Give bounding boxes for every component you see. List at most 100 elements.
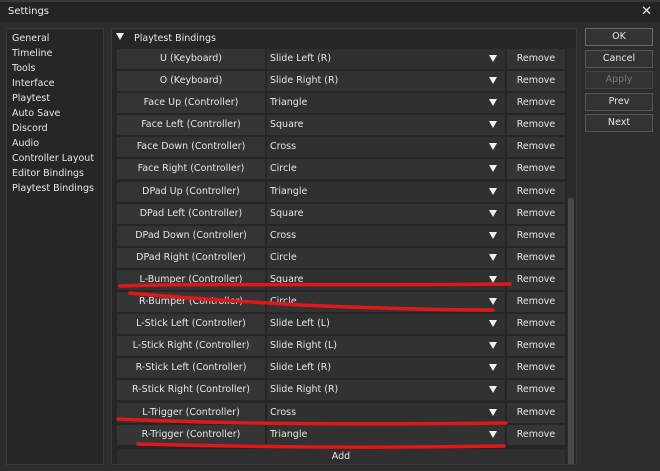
binding-row: R-Trigger (Controller) Triangle Remove [117,424,565,446]
dropdown-arrow-icon [489,408,497,416]
add-binding-button[interactable]: Add [117,449,565,464]
remove-binding-button[interactable]: Remove [507,314,565,335]
remove-binding-button[interactable]: Remove [507,402,565,423]
binding-action-dropdown[interactable]: Slide Left (R) [267,358,505,379]
remove-binding-button[interactable]: Remove [507,71,565,92]
dropdown-arrow-icon [489,342,497,350]
binding-action-dropdown[interactable]: Cross [267,225,505,246]
binding-action-dropdown[interactable]: Slide Left (L) [267,314,505,335]
sidebar-item[interactable]: General [7,31,103,46]
remove-binding-button[interactable]: Remove [507,380,565,401]
binding-action-value: Cross [270,229,297,241]
binding-action-value: Circle [270,251,297,263]
prev-button[interactable]: Prev [585,92,653,111]
sidebar-item[interactable]: Editor Bindings [7,166,103,181]
scrollbar-thumb[interactable] [568,198,574,464]
remove-binding-button[interactable]: Remove [507,203,565,224]
binding-row: O (Keyboard) Slide Right (R) Remove [117,70,565,92]
binding-key: L-Stick Left (Controller) [117,314,265,335]
binding-action-dropdown[interactable]: Triangle [267,424,505,445]
binding-action-dropdown[interactable]: Circle [267,292,505,313]
sidebar-item[interactable]: Discord [7,121,103,136]
binding-row: DPad Left (Controller) Square Remove [117,203,565,225]
ok-button[interactable]: OK [585,28,653,46]
binding-action-dropdown[interactable]: Circle [267,247,505,268]
remove-binding-button[interactable]: Remove [507,137,565,158]
binding-key: R-Stick Left (Controller) [117,358,265,379]
remove-binding-button[interactable]: Remove [507,292,565,313]
sidebar-item[interactable]: Audio [7,136,103,151]
bindings-list: U (Keyboard) Slide Left (R) Remove O (Keybo… [117,48,565,446]
binding-action-dropdown[interactable]: Slide Right (L) [267,336,505,357]
sidebar-item[interactable]: Auto Save [7,106,103,121]
remove-binding-button[interactable]: Remove [507,49,565,69]
binding-action-dropdown[interactable]: Slide Right (R) [267,380,505,401]
binding-action-dropdown[interactable]: Square [267,203,505,224]
remove-binding-button[interactable]: Remove [507,159,565,180]
binding-action-value: Circle [270,163,297,175]
binding-action-dropdown[interactable]: Cross [267,137,505,158]
binding-key: DPad Down (Controller) [117,225,265,246]
binding-action-dropdown[interactable]: Triangle [267,181,505,202]
binding-key: L-Trigger (Controller) [117,402,265,423]
binding-row: L-Bumper (Controller) Square Remove [117,269,565,291]
sidebar-item[interactable]: Playtest Bindings [7,181,103,196]
section-header[interactable]: Playtest Bindings [116,32,216,45]
binding-key: O (Keyboard) [117,71,265,92]
apply-button[interactable]: Apply [585,71,653,89]
binding-action-dropdown[interactable]: Square [267,115,505,136]
binding-action-dropdown[interactable]: Circle [267,159,505,180]
sidebar-item[interactable]: Interface [7,76,103,91]
binding-row: L-Trigger (Controller) Cross Remove [117,402,565,424]
binding-action-dropdown[interactable]: Slide Right (R) [267,71,505,92]
remove-binding-button[interactable]: Remove [507,358,565,379]
sidebar-item[interactable]: Tools [7,61,103,76]
sidebar-item[interactable]: Controller Layout [7,151,103,166]
binding-action-value: Triangle [270,97,308,109]
remove-binding-button[interactable]: Remove [507,269,565,290]
remove-binding-button[interactable]: Remove [507,181,565,202]
dropdown-arrow-icon [489,187,497,195]
binding-row: L-Stick Left (Controller) Slide Left (L) R… [117,313,565,335]
settings-window: Settings ✕ General Timeline Tools Interface… [0,0,660,471]
binding-key: DPad Left (Controller) [117,203,265,224]
binding-action-dropdown[interactable]: Square [267,269,505,290]
binding-key: U (Keyboard) [117,49,265,69]
sidebar-item[interactable]: Playtest [7,91,103,106]
remove-binding-button[interactable]: Remove [507,424,565,445]
dropdown-arrow-icon [489,231,497,239]
binding-key: DPad Right (Controller) [117,247,265,268]
dropdown-arrow-icon [489,99,497,107]
remove-binding-button[interactable]: Remove [507,93,565,114]
settings-sidebar: General Timeline Tools Interface Playtest Aut… [6,28,104,465]
remove-binding-button[interactable]: Remove [507,247,565,268]
binding-row: Face Left (Controller) Square Remove [117,114,565,136]
remove-binding-button[interactable]: Remove [507,115,565,136]
next-button[interactable]: Next [585,114,653,132]
cancel-button[interactable]: Cancel [585,49,653,68]
dropdown-arrow-icon [489,364,497,372]
remove-binding-button[interactable]: Remove [507,336,565,357]
remove-binding-button[interactable]: Remove [507,225,565,246]
dropdown-arrow-icon [489,209,497,217]
binding-key: Face Down (Controller) [117,137,265,158]
dropdown-arrow-icon [489,430,497,438]
binding-row: R-Bumper (Controller) Circle Remove [117,291,565,313]
binding-action-dropdown[interactable]: Cross [267,402,505,423]
dropdown-arrow-icon [489,298,497,306]
binding-row: U (Keyboard) Slide Left (R) Remove [117,48,565,70]
binding-row: Face Down (Controller) Cross Remove [117,136,565,158]
binding-key: L-Bumper (Controller) [117,269,265,290]
close-icon[interactable]: ✕ [641,4,652,20]
scrollbar[interactable] [566,48,576,464]
dropdown-arrow-icon [489,77,497,85]
binding-action-dropdown[interactable]: Triangle [267,93,505,114]
binding-key: Face Up (Controller) [117,93,265,114]
binding-action-dropdown[interactable]: Slide Left (R) [267,49,505,69]
binding-action-value: Slide Left (L) [270,318,330,330]
binding-action-value: Cross [270,406,297,418]
dropdown-arrow-icon [489,320,497,328]
binding-action-value: Slide Right (R) [270,75,339,87]
sidebar-item[interactable]: Timeline [7,46,103,61]
binding-action-value: Slide Right (L) [270,340,337,352]
